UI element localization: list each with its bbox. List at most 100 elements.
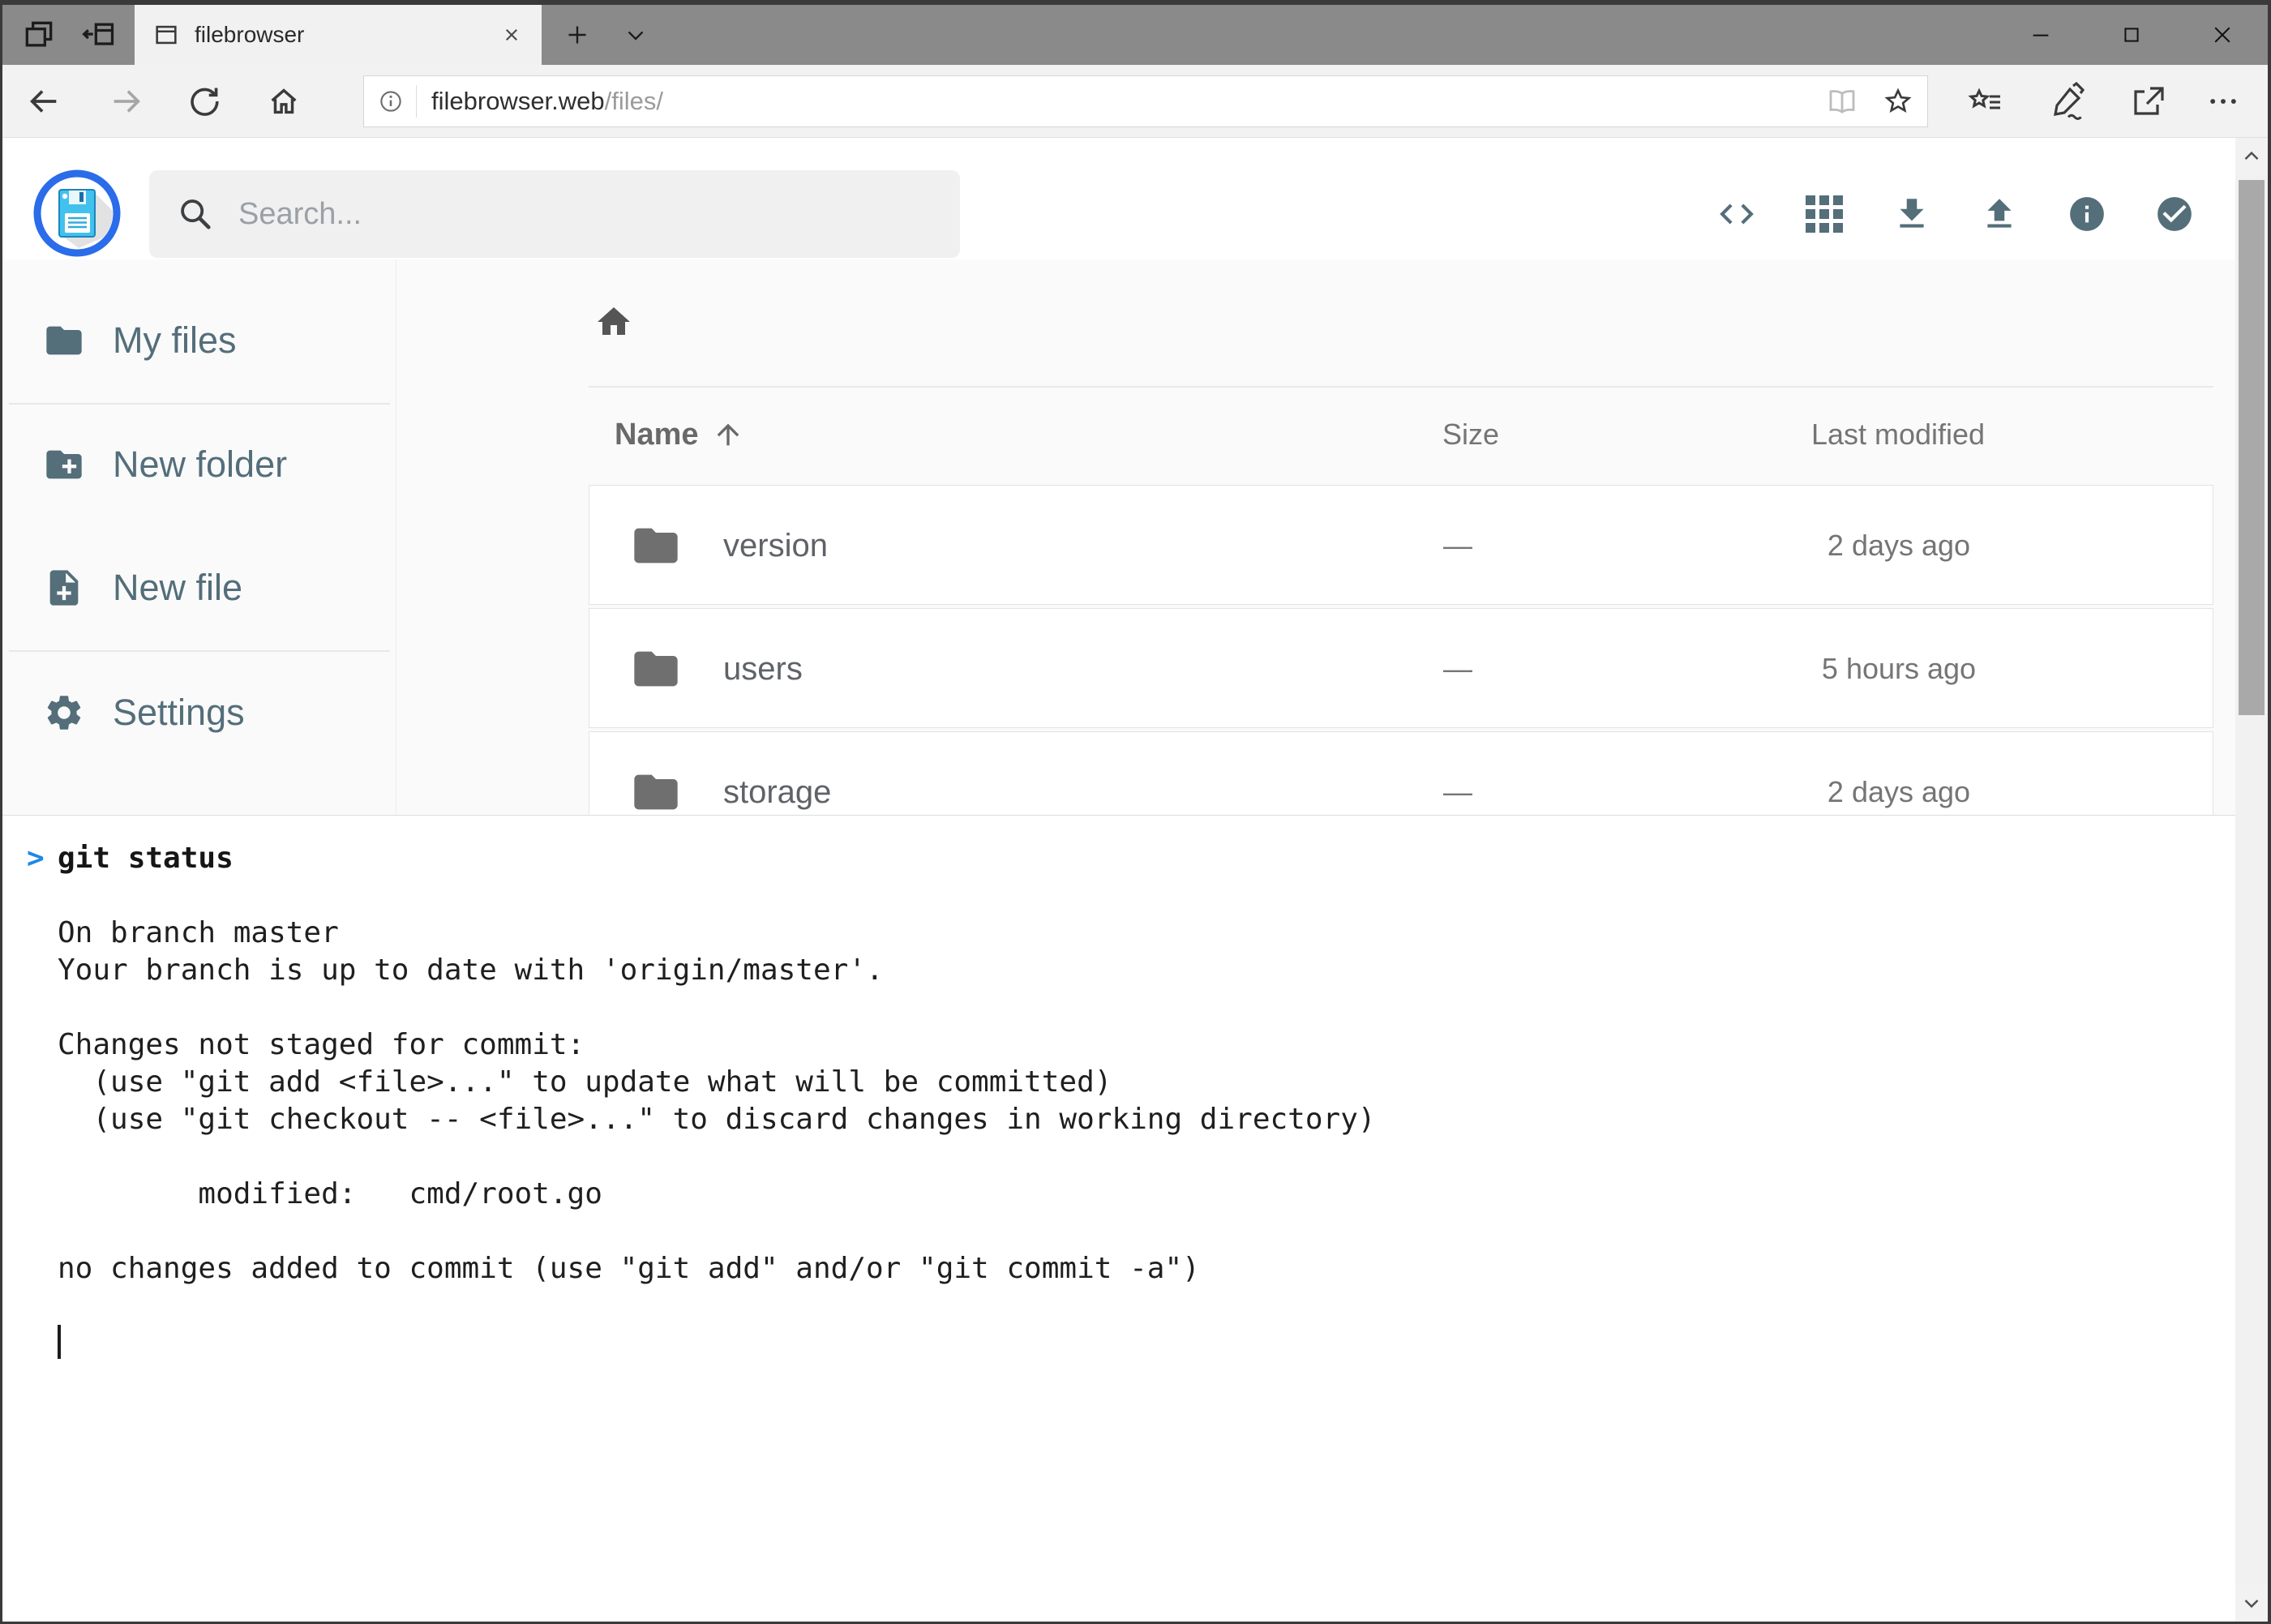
column-header-modified[interactable]: Last modified: [1768, 404, 2028, 465]
scrollbar-up-button[interactable]: [2235, 138, 2268, 175]
raw-editor-button[interactable]: [1716, 194, 1757, 234]
file-size: —: [1393, 732, 1523, 815]
url-path: /files/: [605, 87, 663, 115]
reading-view-icon[interactable]: [1825, 84, 1859, 118]
browser-toolbar: filebrowser.web/files/: [2, 65, 2268, 138]
sidebar-item-settings[interactable]: Settings: [2, 683, 396, 743]
column-label: Last modified: [1811, 418, 1985, 452]
forward-arrow-icon: [108, 83, 145, 120]
folder-plus-icon: [43, 443, 85, 486]
back-button[interactable]: [24, 82, 63, 121]
download-button[interactable]: [1892, 194, 1932, 234]
scrollbar-down-button[interactable]: [2235, 1584, 2268, 1622]
file-name: storage: [723, 732, 831, 815]
folder-icon: [630, 766, 682, 815]
screen: filebrowser: [0, 0, 2271, 1624]
browser-titlebar: filebrowser: [2, 5, 2268, 65]
breadcrumb-home-button[interactable]: [594, 302, 633, 341]
sidebar: My files New folder New file Settings: [2, 259, 396, 815]
forward-button[interactable]: [107, 82, 146, 121]
favorite-star-icon[interactable]: [1882, 85, 1914, 118]
terminal-panel[interactable]: > git status On branch master Your branc…: [2, 815, 2235, 1624]
favorites-hub-button[interactable]: [1965, 80, 2007, 122]
browser-tab[interactable]: filebrowser: [135, 5, 542, 65]
file-row-storage[interactable]: storage — 2 days ago: [589, 731, 2213, 815]
tab-list-button[interactable]: [612, 5, 659, 65]
grid-view-icon: [1806, 195, 1843, 233]
tab-preview-icon: [21, 17, 57, 53]
download-icon: [1892, 194, 1932, 234]
file-name: users: [723, 609, 803, 729]
gear-icon: [43, 692, 85, 734]
column-label: Size: [1442, 418, 1499, 452]
terminal-line: (use "git checkout -- <file>..." to disc…: [58, 1101, 1376, 1138]
sort-ascending-icon: [712, 418, 744, 451]
sidebar-item-my-files[interactable]: My files: [2, 311, 396, 371]
tab-favicon: [152, 21, 180, 49]
refresh-button[interactable]: [185, 82, 224, 121]
file-row-users[interactable]: users — 5 hours ago: [589, 608, 2213, 728]
tab-preview-button[interactable]: [14, 5, 64, 65]
info-button[interactable]: [2067, 194, 2107, 234]
app-header: [2, 138, 2235, 259]
sidebar-divider: [9, 650, 390, 652]
file-name: version: [723, 486, 828, 606]
new-tab-button[interactable]: [554, 5, 601, 65]
file-size: —: [1393, 609, 1523, 729]
close-button[interactable]: [2177, 5, 2268, 65]
terminal-line: no changes added to commit (use "git add…: [58, 1250, 1376, 1288]
maximize-button[interactable]: [2086, 5, 2177, 65]
terminal-line: Changes not staged for commit:: [58, 1026, 1376, 1064]
terminal-output: git status On branch master Your branch …: [58, 840, 1376, 1288]
terminal-line: modified: cmd/root.go: [58, 1176, 1376, 1213]
switch-view-button[interactable]: [1804, 194, 1845, 234]
scrollbar[interactable]: [2235, 138, 2268, 1622]
set-tabs-aside-button[interactable]: [74, 5, 124, 65]
more-options-button[interactable]: [2205, 80, 2242, 122]
terminal-line: Your branch is up to date with 'origin/m…: [58, 952, 1376, 989]
chevron-down-icon: [2239, 1591, 2264, 1615]
upload-button[interactable]: [1979, 194, 2020, 234]
select-button[interactable]: [2154, 194, 2195, 234]
sidebar-divider: [9, 403, 390, 405]
file-listing: Name Size Last modified version — 2 days…: [396, 259, 2235, 815]
column-header-size[interactable]: Size: [1406, 404, 1536, 465]
pen-icon: [2047, 82, 2086, 121]
address-bar[interactable]: filebrowser.web/files/: [363, 75, 1928, 127]
sidebar-item-label: My files: [113, 319, 237, 362]
chevron-up-icon: [2239, 144, 2264, 169]
url-text[interactable]: filebrowser.web/files/: [431, 87, 663, 116]
home-button[interactable]: [264, 82, 303, 121]
column-label: Name: [615, 418, 699, 452]
file-modified: 2 days ago: [1769, 732, 2029, 815]
hub-star-list-icon: [1966, 82, 2005, 121]
tab-close-icon[interactable]: [499, 23, 524, 47]
file-row-version[interactable]: version — 2 days ago: [589, 485, 2213, 605]
app-body: My files New folder New file Settings: [2, 259, 2235, 815]
minimize-icon: [2029, 24, 2052, 46]
set-tabs-aside-icon: [81, 17, 117, 53]
column-header-name[interactable]: Name: [615, 404, 744, 465]
scrollbar-thumb[interactable]: [2239, 180, 2265, 715]
prompt-chevron-icon: >: [27, 840, 45, 877]
plus-icon: [563, 20, 592, 49]
info-circle-icon: [2067, 194, 2107, 234]
sidebar-item-new-file[interactable]: New file: [2, 558, 396, 618]
listing-divider: [589, 386, 2213, 388]
sidebar-item-new-folder[interactable]: New folder: [2, 435, 396, 495]
window-frame-right: [2268, 0, 2271, 1624]
terminal-line: [58, 1138, 1376, 1176]
site-info-icon[interactable]: [377, 88, 405, 115]
share-button[interactable]: [2127, 80, 2169, 122]
search-input[interactable]: [238, 197, 903, 232]
minimize-button[interactable]: [1995, 5, 2086, 65]
home-icon: [594, 302, 633, 341]
upload-icon: [1979, 194, 2020, 234]
file-plus-icon: [43, 567, 85, 609]
header-actions: [1716, 169, 2195, 259]
search-box[interactable]: [149, 170, 960, 258]
web-note-button[interactable]: [2046, 80, 2088, 122]
listing-rows: version — 2 days ago users — 5 hours ago…: [589, 485, 2213, 815]
terminal-cursor: [58, 1325, 61, 1359]
window-frame-top: [0, 0, 2271, 5]
